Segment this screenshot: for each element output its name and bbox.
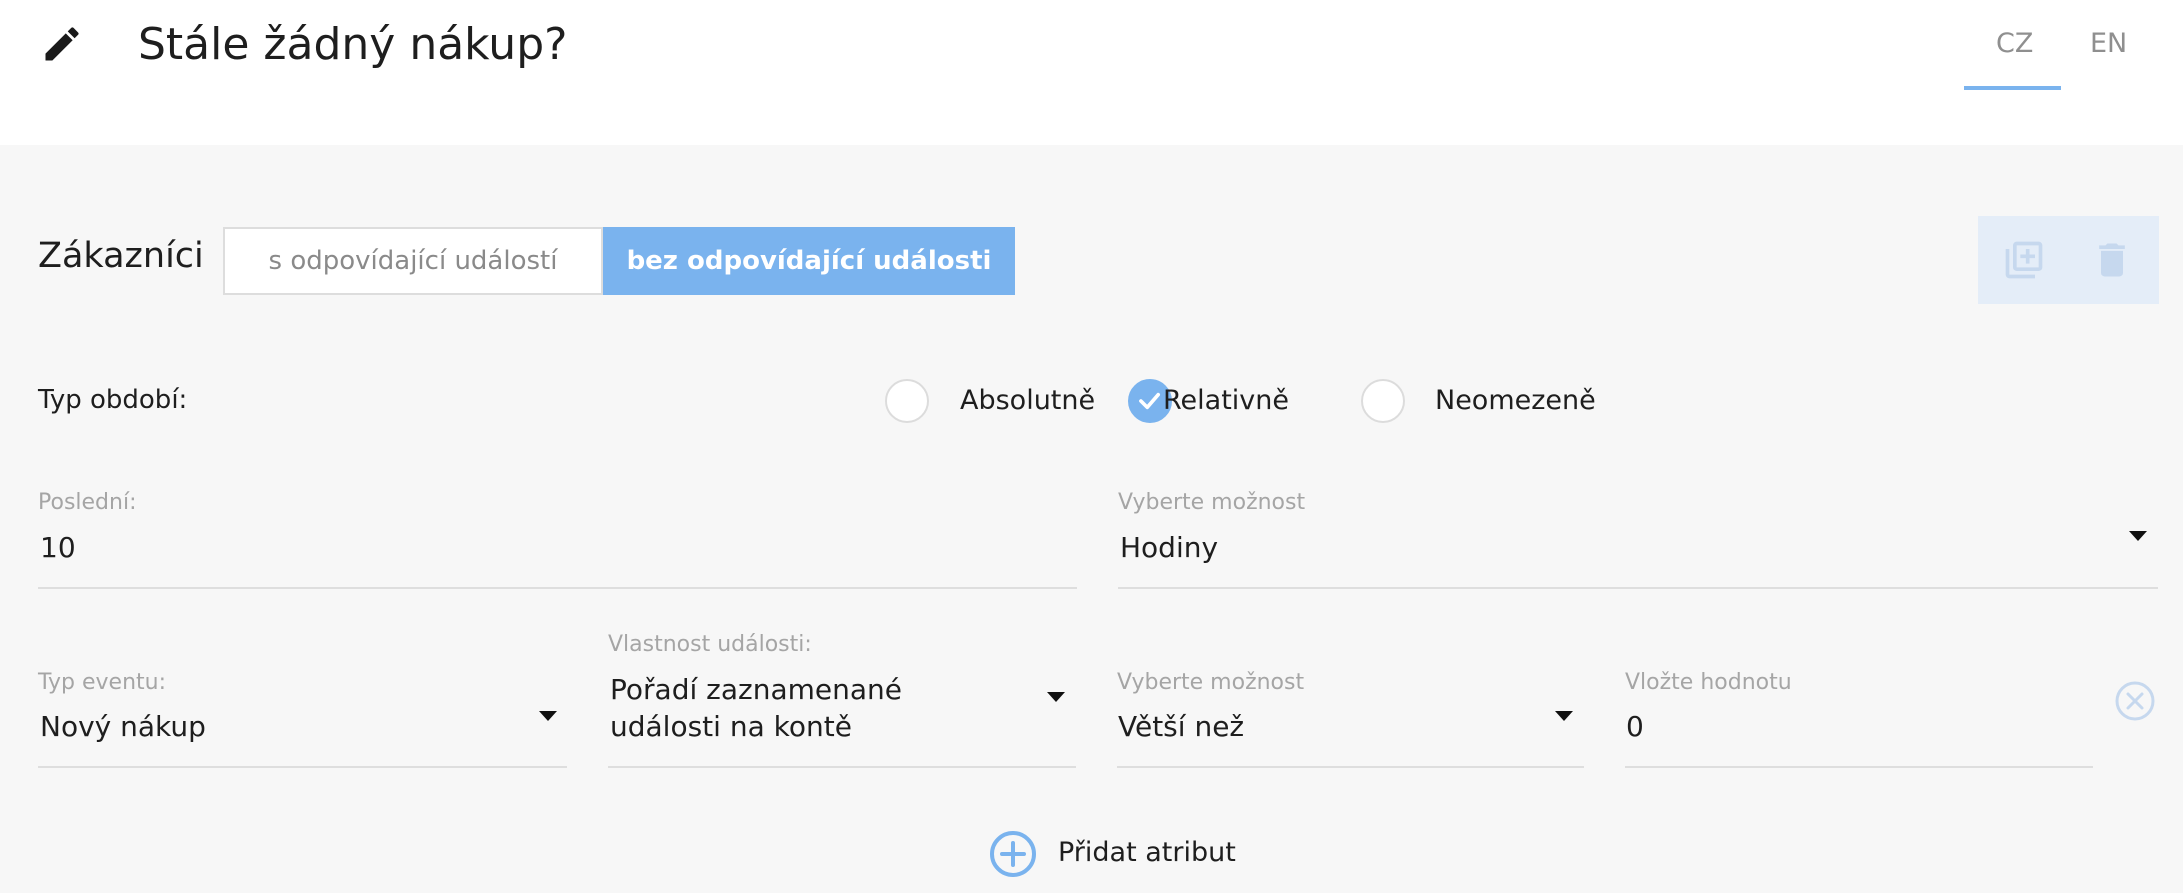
value-input[interactable]: 0 <box>1626 708 1644 746</box>
operator-dropdown-icon[interactable] <box>1555 711 1573 721</box>
property-select-line2[interactable]: události na kontě <box>610 708 852 746</box>
radio-absolute-label[interactable]: Absolutně <box>960 385 1095 416</box>
pencil-icon[interactable] <box>40 22 84 66</box>
active-language-indicator <box>1964 86 2061 90</box>
event-type-select[interactable]: Nový nákup <box>40 708 206 746</box>
unit-select-underline <box>1118 587 2158 589</box>
unit-select[interactable]: Hodiny <box>1120 529 1218 567</box>
last-input[interactable]: 10 <box>40 529 76 567</box>
operator-select[interactable]: Větší než <box>1118 708 1244 746</box>
customers-label: Zákazníci <box>38 236 204 276</box>
unit-dropdown-icon[interactable] <box>2129 531 2147 541</box>
header: Stále žádný nákup? CZ EN <box>0 0 2183 145</box>
add-attribute-button[interactable]: Přidat atribut <box>1058 837 1236 868</box>
language-tab-en[interactable]: EN <box>2090 28 2127 59</box>
condition-actions <box>1978 216 2159 304</box>
period-type-label: Typ období: <box>38 385 188 415</box>
property-dropdown-icon[interactable] <box>1047 692 1065 702</box>
plus-circle-icon[interactable] <box>989 830 1037 878</box>
last-label: Poslední: <box>38 490 137 515</box>
radio-absolute[interactable] <box>885 379 929 423</box>
segment-with-event[interactable]: s odpovídající událostí <box>223 227 603 295</box>
language-tab-cz[interactable]: CZ <box>1996 28 2033 59</box>
radio-unlimited-label[interactable]: Neomezeně <box>1435 385 1596 416</box>
property-label: Vlastnost události: <box>608 632 812 657</box>
page-title[interactable]: Stále žádný nákup? <box>138 18 567 72</box>
property-underline <box>608 766 1076 768</box>
remove-condition-icon[interactable] <box>2114 680 2156 722</box>
copy-icon[interactable] <box>2002 238 2046 282</box>
property-select-line1[interactable]: Pořadí zaznamenané <box>610 671 902 709</box>
event-type-dropdown-icon[interactable] <box>539 711 557 721</box>
value-underline <box>1625 766 2093 768</box>
event-type-label: Typ eventu: <box>38 670 167 695</box>
event-type-underline <box>38 766 567 768</box>
last-input-underline <box>38 587 1077 589</box>
radio-relative-label[interactable]: Relativně <box>1163 385 1289 416</box>
trash-icon[interactable] <box>2090 238 2134 282</box>
segment-without-event[interactable]: bez odpovídající události <box>603 227 1015 295</box>
unit-label: Vyberte možnost <box>1118 490 1306 515</box>
operator-label: Vyberte možnost <box>1117 670 1305 695</box>
radio-unlimited[interactable] <box>1361 379 1405 423</box>
operator-underline <box>1117 766 1584 768</box>
value-label: Vložte hodnotu <box>1625 670 1792 695</box>
